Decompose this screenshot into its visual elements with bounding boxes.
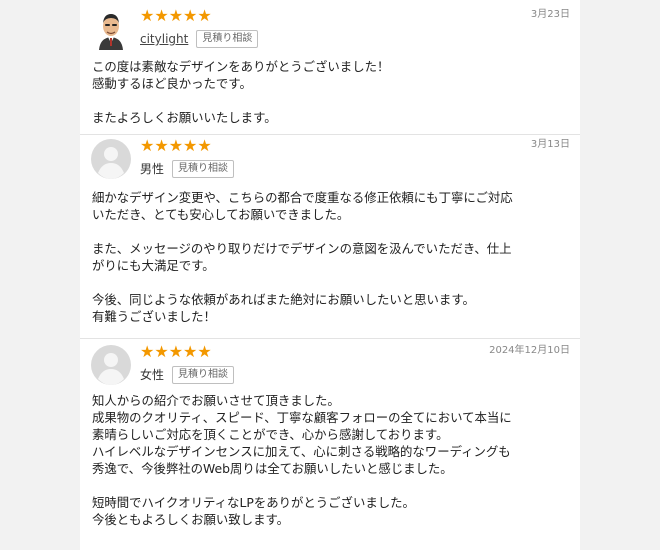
category-badge: 見積り相談 <box>172 366 235 384</box>
rating-stars: ★★★★★ <box>140 342 212 361</box>
review-body: 細かなデザイン変更や、こちらの都合で度重なる修正依頼にも丁寧にご対応 いただき、… <box>92 189 572 325</box>
username: 女性 <box>140 368 165 382</box>
user-row: 男性 見積り相談 <box>140 160 235 178</box>
review-header: ★★★★★ 3月23日 citylight 見積り相談 <box>80 6 580 50</box>
default-user-avatar-icon <box>91 139 131 179</box>
user-row: 女性 見積り相談 <box>140 366 235 384</box>
review-date: 2024年12月10日 <box>489 345 570 356</box>
review-item: ★★★★★ 3月23日 citylight 見積り相談 この度は素敵なデザインを… <box>80 6 580 125</box>
rating-stars: ★★★★★ <box>140 136 212 155</box>
review-divider <box>80 134 580 135</box>
review-item: ★★★★★ 3月13日 男性 見積り相談 細かなデザイン変更や、こちらの都合で度… <box>80 136 580 324</box>
default-user-avatar-icon <box>91 345 131 385</box>
avatar[interactable] <box>90 138 132 180</box>
review-date: 3月23日 <box>530 9 570 20</box>
avatar[interactable] <box>90 8 132 50</box>
review-text: 細かなデザイン変更や、こちらの都合で度重なる修正依頼にも丁寧にご対応 いただき、… <box>92 190 513 324</box>
username: 男性 <box>140 162 165 176</box>
review-divider <box>80 338 580 339</box>
category-badge: 見積り相談 <box>172 160 235 178</box>
review-text: この度は素敵なデザインをありがとうございました！ 感動するほど良かったです。 ま… <box>92 59 390 125</box>
review-item: ★★★★★ 2024年12月10日 女性 見積り相談 知人からの紹介でお願いさせ… <box>80 342 580 527</box>
review-text: 知人からの紹介でお願いさせて頂きました。 成果物のクオリティ、スピード、丁寧な顧… <box>92 393 512 527</box>
review-date: 3月13日 <box>530 139 570 150</box>
review-body: この度は素敵なデザインをありがとうございました！ 感動するほど良かったです。 ま… <box>92 58 572 126</box>
rating-stars: ★★★★★ <box>140 6 212 25</box>
category-badge: 見積り相談 <box>196 30 259 48</box>
review-header: ★★★★★ 2024年12月10日 女性 見積り相談 <box>80 342 580 386</box>
user-row: citylight 見積り相談 <box>140 30 259 48</box>
username-link[interactable]: citylight <box>140 31 188 47</box>
man-photo-avatar-icon <box>90 8 132 50</box>
review-header: ★★★★★ 3月13日 男性 見積り相談 <box>80 136 580 180</box>
avatar[interactable] <box>90 344 132 386</box>
review-body: 知人からの紹介でお願いさせて頂きました。 成果物のクオリティ、スピード、丁寧な顧… <box>92 392 572 528</box>
